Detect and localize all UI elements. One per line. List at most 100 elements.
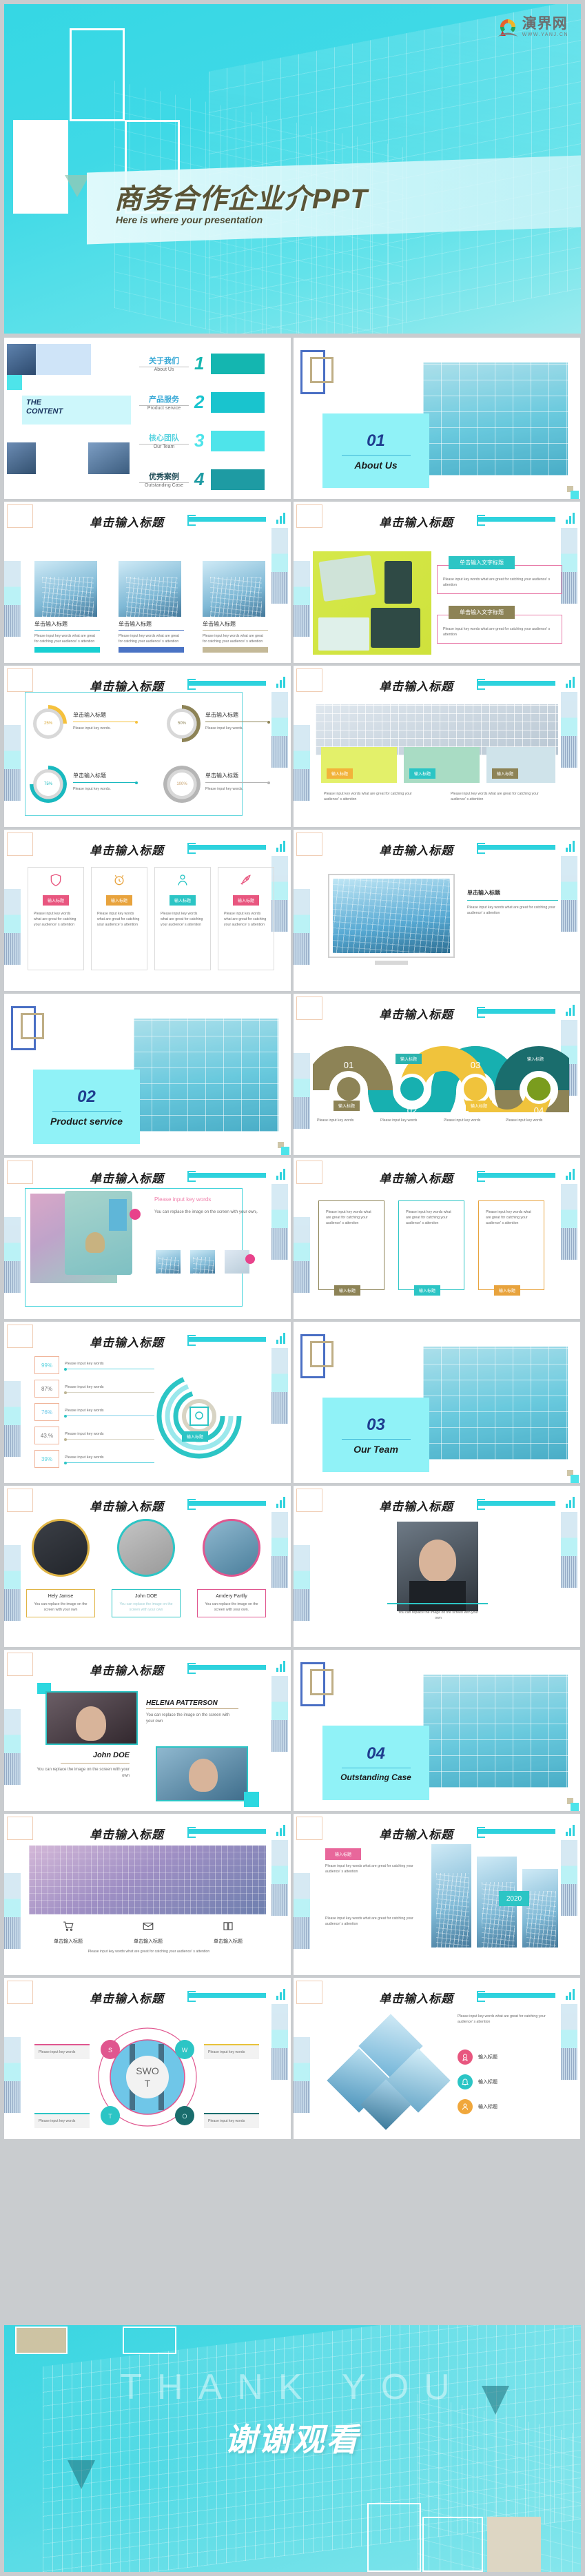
wave-body-4: Please input key words: [506, 1118, 543, 1123]
bar-chart-icon: [566, 675, 575, 688]
slide-text-boxes[interactable]: 单击输入标题 单击输入文字标题 Please input key words w…: [294, 502, 580, 663]
toc-entry-block: [211, 469, 265, 490]
percent-value: 39%: [34, 1450, 59, 1468]
donut-label-1: 单击输入标题 Please input key words.: [73, 711, 138, 731]
slide-row: 单击输入标题 99% Please input key words 87% Pl…: [4, 1322, 581, 1483]
slide-three-cards[interactable]: 单击输入标题 Please input key words what are g…: [294, 1158, 580, 1319]
swot-box-w: Please input key words: [204, 2044, 259, 2060]
slide-icon-cards[interactable]: 单击输入标题 输入标题 Please input key words what …: [4, 830, 291, 991]
slide-table-of-contents[interactable]: THE CONTENT 关于我们 About Us 1 产品服务 Product…: [4, 338, 291, 499]
slide-photo-pink[interactable]: 单击输入标题 Please input key words You can re…: [4, 1158, 291, 1319]
team-card-3[interactable]: Amdery Partlly You can replace the image…: [197, 1589, 266, 1618]
info-card-3[interactable]: Please input key words what are great fo…: [478, 1200, 544, 1296]
year-badge: 2020: [499, 1891, 529, 1906]
wave-body-1: Please input key words: [317, 1118, 354, 1123]
slide-city-icons[interactable]: 单击输入标题 单击输入标题 单击输入标题 单击输入标题 Please input…: [4, 1814, 291, 1975]
toc-entry-3[interactable]: 核心团队 Our Team 3: [139, 430, 265, 451]
title-accent-bar: [187, 843, 266, 854]
section-number: 03: [367, 1415, 385, 1434]
diamond-label: 输入标题: [478, 2055, 497, 2060]
deco-block-beige-2: [487, 2517, 541, 2572]
percent-label: Please input key words: [65, 1431, 104, 1436]
bar-chart-icon: [566, 1987, 575, 2000]
slide-image-cards[interactable]: 单击输入标题 单击输入标题 Please input key words wha…: [4, 502, 291, 663]
percent-row-3: 76% Please input key words: [34, 1403, 154, 1421]
bracket-outline-inner-icon: [310, 1341, 333, 1367]
deco-strip-left: [4, 1381, 21, 1457]
diamond-row-3[interactable]: 输入标题: [458, 2099, 497, 2114]
slide-person-right[interactable]: 单击输入标题 You can replace the image on the …: [294, 1486, 580, 1647]
toc-entry-1[interactable]: 关于我们 About Us 1: [139, 353, 265, 374]
percent-label: Please input key words: [65, 1384, 104, 1389]
info-card-2[interactable]: Please input key words what are great fo…: [398, 1200, 464, 1296]
city-item-2[interactable]: 单击输入标题: [112, 1920, 185, 1945]
slide-laptop-photos[interactable]: 单击输入标题 输入标题 输入标题 输入标题 Please input key w…: [294, 666, 580, 827]
card-body: Please input key words what are great fo…: [406, 1210, 451, 1226]
icon-card-4[interactable]: 输入标题 Please input key words what are gre…: [218, 867, 274, 970]
slide-section-03[interactable]: 03 Our Team: [294, 1322, 580, 1483]
deco-strip-right: [271, 1840, 288, 1916]
slide-team[interactable]: 单击输入标题 Hely Jamse You can replace the im…: [4, 1486, 291, 1647]
slide-section-01[interactable]: 01 About Us: [294, 338, 580, 499]
svg-text:02: 02: [407, 1105, 417, 1112]
desk-photo: [313, 551, 431, 655]
bar-chart-icon: [276, 675, 285, 688]
slide-swot[interactable]: 单击输入标题 SWO T S W T O Please input key wo…: [4, 1978, 291, 2139]
icon-card-2[interactable]: 输入标题 Please input key words what are gre…: [91, 867, 147, 970]
deco-block-outline-3: [422, 2517, 483, 2572]
bar-chart-icon: [276, 511, 285, 524]
city-item-1[interactable]: 单击输入标题: [32, 1920, 105, 1945]
slide-row: 单击输入标题 HELENA PATTERSON You can replace …: [4, 1650, 581, 1811]
slide-section-02[interactable]: 02 Product service: [4, 994, 291, 1155]
toc-entry-en: Product service: [147, 406, 181, 411]
slide-year[interactable]: 单击输入标题 输入标题 Please input key words what …: [294, 1814, 580, 1975]
bar-chart-icon: [276, 1495, 285, 1508]
text-box-1: 单击输入文字标题 Please input key words what are…: [437, 556, 562, 595]
toc-entry-2[interactable]: 产品服务 Product service 2: [139, 391, 265, 413]
icon-card-1[interactable]: 输入标题 Please input key words what are gre…: [28, 867, 84, 970]
donut-label-3: 单击输入标题 Please input key words.: [73, 772, 138, 792]
card-image: [34, 561, 97, 617]
deco-strip-right: [561, 856, 577, 932]
slide-percent-list[interactable]: 单击输入标题 99% Please input key words 87% Pl…: [4, 1322, 291, 1483]
slide-wave-timeline[interactable]: 单击输入标题 01 02 03 04 输入标题 输入标题 输入标题 输入标题 P…: [294, 994, 580, 1155]
info-card-1[interactable]: Please input key words what are great fo…: [318, 1200, 384, 1296]
slide-diamond[interactable]: 单击输入标题 Please input key words what are g…: [294, 1978, 580, 2139]
slide-donut-stats[interactable]: 单击输入标题 25% 单击输入标题 Please input key words…: [4, 666, 291, 827]
year-body-left: Please input key words what are great fo…: [325, 1864, 413, 1874]
card-tag: 输入标题: [334, 1285, 361, 1296]
diamond-label: 输入标题: [478, 2080, 497, 2085]
slide-monitor[interactable]: 单击输入标题 单击输入标题 Please input key words wha…: [294, 830, 580, 991]
person-body: You can replace the image on the screen …: [398, 1611, 479, 1621]
cart-icon: [32, 1920, 105, 1936]
slide-two-people[interactable]: 单击输入标题 HELENA PATTERSON You can replace …: [4, 1650, 291, 1811]
wave-tag-2: 输入标题: [396, 1054, 422, 1064]
thumb-1: [156, 1250, 181, 1274]
donut-body: Please input key words.: [205, 787, 243, 791]
monitor-body: Please input key words what are great fo…: [467, 906, 555, 916]
donut-label-2: 单击输入标题 Please input key words.: [205, 711, 270, 731]
book-icon: [192, 1920, 265, 1936]
toc-entry-num: 3: [194, 430, 205, 451]
deco-block-beige: [15, 2327, 68, 2354]
section-photo: [423, 1347, 568, 1460]
card-heading: 单击输入标题: [203, 621, 236, 627]
diamond-row-1[interactable]: 输入标题: [458, 2049, 497, 2065]
donut-label-4: 单击输入标题 Please input key words.: [205, 772, 270, 792]
icon-card-tag: 输入标题: [42, 895, 69, 906]
pink-text: Please input key words You can replace t…: [154, 1196, 271, 1216]
slide-section-04[interactable]: 04 Outstanding Case: [294, 1650, 580, 1811]
deco-dot-cyan: [281, 1147, 289, 1155]
toc-entry-4[interactable]: 优秀案例 Outstanding Case 4: [139, 469, 265, 490]
person-name: HELENA PATTERSON: [146, 1699, 238, 1709]
team-card-1[interactable]: Hely Jamse You can replace the image on …: [26, 1589, 95, 1618]
toc-label-line2: CONTENT: [26, 407, 63, 416]
diamond-row-2[interactable]: 输入标题: [458, 2074, 497, 2089]
icon-card-3[interactable]: 输入标题 Please input key words what are gre…: [154, 867, 211, 970]
city-item-3[interactable]: 单击输入标题: [192, 1920, 265, 1945]
toc-entry-num: 4: [194, 469, 205, 489]
laptop-caption-2: Please input key words what are great fo…: [451, 792, 539, 802]
team-card-2[interactable]: John DOE You can replace the image on th…: [112, 1589, 181, 1618]
icon-card-body: Please input key words what are great fo…: [224, 912, 267, 928]
deco-strip-right: [271, 1512, 288, 1588]
